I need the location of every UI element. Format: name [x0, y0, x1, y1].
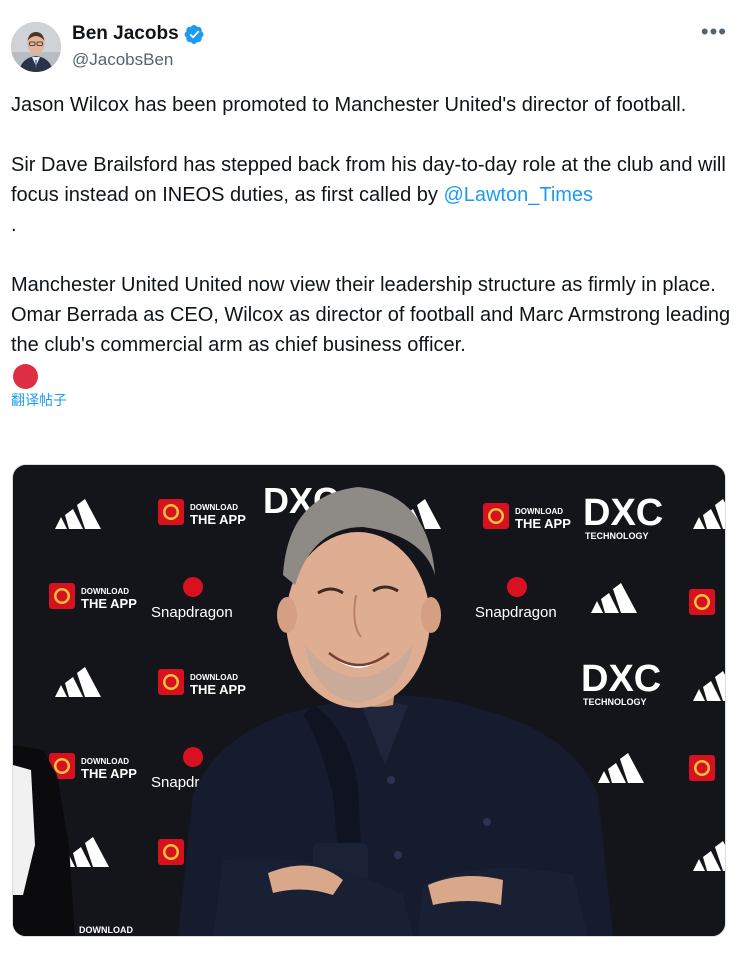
sponsor-technology-text: TECHNOLOGY — [583, 697, 647, 707]
author-avatar[interactable] — [11, 22, 61, 72]
tweet-paragraph-1: Jason Wilcox has been promoted to Manche… — [11, 94, 687, 116]
sponsor-download-text: DOWNLOAD — [190, 673, 238, 682]
avatar-portrait — [11, 22, 61, 72]
translate-post-link[interactable]: 翻译帖子 — [11, 390, 735, 410]
sponsor-the-app-text: THE APP — [190, 682, 246, 697]
red-circle-icon — [13, 364, 38, 389]
sponsor-snapdragon-text: Snapdragon — [151, 604, 233, 621]
tweet-paragraph-3: Manchester United United now view their … — [11, 274, 731, 356]
sponsor-download-text: DOWNLOAD — [81, 587, 129, 596]
sponsor-technology-text: TECHNOLOGY — [585, 531, 649, 541]
tweet-header: Ben Jacobs @JacobsBen ••• — [11, 20, 741, 74]
tweet-paragraph-2-text: Sir Dave Brailsford has stepped back fro… — [11, 154, 726, 206]
tweet-paragraph-2: Sir Dave Brailsford has stepped back fro… — [11, 150, 735, 240]
sponsor-the-app-text: THE APP — [515, 516, 571, 531]
sponsor-download-text: DOWNLOAD — [515, 507, 563, 516]
press-photo: DOWNLOAD THE APP DXC DOWNLOAD THE APP DX… — [13, 465, 725, 936]
emoji-row — [11, 360, 735, 390]
verified-badge-icon — [184, 24, 204, 44]
author-display-name[interactable]: Ben Jacobs — [72, 23, 179, 45]
sponsor-snapdragon-text: Snapdragon — [475, 604, 557, 621]
tweet-text: Jason Wilcox has been promoted to Manche… — [11, 90, 735, 410]
svg-text:DOWNLOAD: DOWNLOAD — [79, 925, 133, 935]
sponsor-dxc-text: DXC — [583, 492, 663, 534]
sponsor-dxc-text: DXC — [581, 658, 661, 700]
sponsor-the-app-text: THE APP — [190, 512, 246, 527]
tweet-paragraph-2-end: . — [11, 214, 17, 236]
tweet-media-photo[interactable]: DOWNLOAD THE APP DXC DOWNLOAD THE APP DX… — [12, 464, 726, 937]
sponsor-the-app-text: THE APP — [81, 596, 137, 611]
author-handle[interactable]: @JacobsBen — [72, 50, 173, 70]
more-options-icon[interactable]: ••• — [701, 21, 727, 43]
sponsor-download-text: DOWNLOAD — [190, 503, 238, 512]
sponsor-the-app-text: THE APP — [81, 766, 137, 781]
author-name-row: Ben Jacobs — [72, 23, 205, 45]
mention-link[interactable]: @Lawton_Times — [443, 184, 593, 206]
sponsor-download-text: DOWNLOAD — [81, 757, 129, 766]
